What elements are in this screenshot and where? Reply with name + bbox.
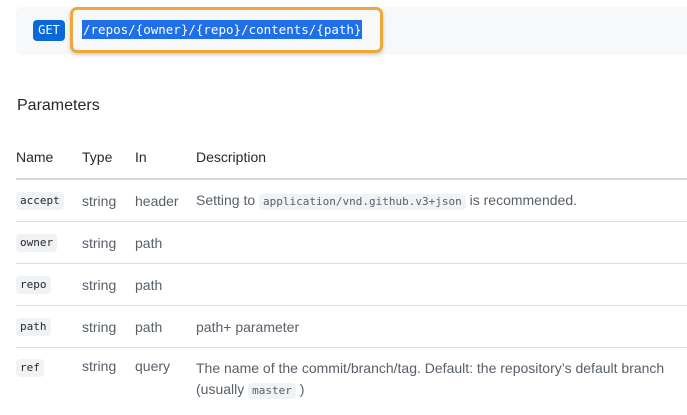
param-description [196,263,687,306]
parameters-table: Name Type In Description accept string h… [16,136,687,412]
path-highlight-box: /repos/{owner}/{repo}/contents/{path} [70,7,383,53]
description-text: ) [299,381,305,397]
param-name: path [16,318,51,336]
table-row: repo string path [16,263,687,306]
column-header-in: In [135,136,196,180]
param-type: string [82,179,135,222]
param-in: path [135,305,196,348]
param-description: Setting to application/vnd.github.v3+jso… [196,179,687,222]
endpoint-bar: GET /repos/{owner}/{repo}/contents/{path… [16,7,687,55]
param-name: repo [16,276,51,294]
column-header-name: Name [16,136,82,180]
param-type: string [82,263,135,306]
table-row: ref string query The name of the commit/… [16,348,687,413]
inline-code: master [248,383,296,399]
param-in: query [135,358,171,374]
param-in: path [135,221,196,264]
http-method-badge: GET [33,20,65,41]
description-text: is recommended. [469,192,578,208]
param-in: header [135,179,196,222]
description-text: The name of the commit/branch/tag. Defau… [196,360,665,376]
param-type: string [82,358,117,374]
inline-code: application/vnd.github.v3+json [259,194,466,210]
table-header-row: Name Type In Description [16,136,687,180]
param-name: owner [16,234,58,252]
description-text: Setting to [196,192,256,208]
param-description [196,221,687,264]
param-type: string [82,221,135,264]
param-name: accept [16,192,64,210]
table-row: accept string header Setting to applicat… [16,179,687,222]
table-row: owner string path [16,221,687,264]
column-header-description: Description [196,136,687,180]
param-name: ref [16,359,44,377]
table-row: path string path path+ parameter [16,305,687,348]
param-type: string [82,305,135,348]
param-description: path+ parameter [196,305,687,348]
endpoint-path[interactable]: /repos/{owner}/{repo}/contents/{path} [82,20,363,39]
param-description: The name of the commit/branch/tag. Defau… [196,348,687,413]
parameters-heading: Parameters [17,97,100,114]
column-header-type: Type [82,136,135,180]
description-text: (usually [196,381,245,397]
param-in: path [135,263,196,306]
